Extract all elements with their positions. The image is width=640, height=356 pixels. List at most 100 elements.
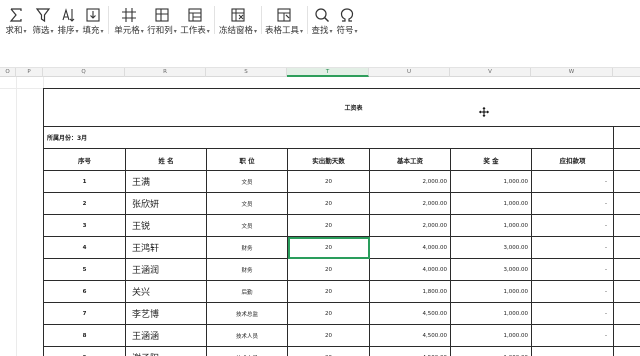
cell-bonus[interactable]: 1,000.00 (450, 280, 532, 303)
cell-bonus[interactable]: 1,000.00 (450, 170, 532, 193)
header-deductions[interactable]: 应扣款项 (531, 148, 614, 171)
cell-base-salary[interactable]: 2,000.00 (369, 170, 451, 193)
cell-base-salary[interactable]: 4,500.00 (369, 302, 451, 325)
cell-name[interactable]: 王鸿轩 (125, 236, 207, 259)
filter-button[interactable]: 筛选 ▾ (32, 2, 54, 38)
sort-button[interactable]: 排序 ▾ (57, 2, 79, 38)
cell-base-salary[interactable]: 4,000.00 (369, 258, 451, 281)
cell-button[interactable]: 单元格 ▾ (114, 2, 144, 38)
cell-seq[interactable]: 8 (43, 324, 126, 347)
cell-position[interactable]: 文员 (206, 192, 288, 215)
cell-empty[interactable] (612, 170, 640, 193)
cell-base-salary[interactable]: 2,000.00 (369, 192, 451, 215)
header-position[interactable]: 职 位 (206, 148, 288, 171)
cell-days[interactable]: 20 (287, 192, 370, 215)
cell-seq[interactable]: 6 (43, 280, 126, 303)
cell-bonus[interactable]: 3,000.00 (450, 258, 532, 281)
column-header[interactable] (613, 68, 640, 77)
cell-name[interactable]: 谢子阳 (125, 346, 207, 356)
table-tools-button[interactable]: 表格工具 ▾ (265, 2, 303, 38)
cell-empty[interactable] (612, 258, 640, 281)
cell-deductions[interactable]: - (531, 258, 614, 281)
cell-position[interactable]: 财务 (206, 236, 288, 259)
cell-days[interactable]: 20 (287, 280, 370, 303)
cell-name[interactable]: 王涵润 (125, 258, 207, 281)
cell-name[interactable]: 王满 (125, 170, 207, 193)
cell-seq[interactable]: 5 (43, 258, 126, 281)
cell-bonus[interactable]: 1,000.00 (450, 324, 532, 347)
cell-position[interactable]: 文员 (206, 214, 288, 237)
cell-seq[interactable]: 4 (43, 236, 126, 259)
cell-empty[interactable] (612, 280, 640, 303)
cropped-header-cell[interactable]: 应 (612, 126, 640, 149)
cell-empty[interactable] (612, 214, 640, 237)
cell-name[interactable]: 王锐 (125, 214, 207, 237)
cell-seq[interactable]: 9 (43, 346, 126, 356)
cell-position[interactable]: 技术总监 (206, 302, 288, 325)
header-cropped[interactable] (612, 148, 640, 171)
find-button[interactable]: 查找 ▾ (311, 2, 333, 38)
cell-days[interactable]: 20 (287, 346, 370, 356)
cell-position[interactable]: 后勤 (206, 280, 288, 303)
cell-position[interactable]: 技术人员 (206, 324, 288, 347)
column-header[interactable]: O (0, 68, 16, 77)
cell-deductions[interactable]: - (531, 346, 614, 356)
cell-position[interactable]: 技术人员 (206, 346, 288, 356)
cell-empty[interactable] (612, 324, 640, 347)
cell-bonus[interactable]: 3,000.00 (450, 236, 532, 259)
cell-deductions[interactable]: - (531, 280, 614, 303)
row-col-button[interactable]: 行和列 ▾ (147, 2, 177, 38)
cell-empty[interactable] (612, 302, 640, 325)
column-header[interactable]: W (531, 68, 613, 77)
month-label[interactable]: 所属月份：3月 (43, 126, 614, 149)
column-header[interactable]: P (16, 68, 43, 77)
cell-base-salary[interactable]: 4,500.00 (369, 346, 451, 356)
cell-name[interactable]: 张欣妍 (125, 192, 207, 215)
column-header[interactable]: V (450, 68, 531, 77)
header-days[interactable]: 实出勤天数 (287, 148, 370, 171)
cell-base-salary[interactable]: 4,500.00 (369, 324, 451, 347)
cell-bonus[interactable]: 1,000.00 (450, 214, 532, 237)
column-header-active[interactable]: T (287, 68, 369, 77)
cell-bonus[interactable]: 1,000.00 (450, 346, 532, 356)
cell-deductions[interactable]: - (531, 302, 614, 325)
header-base-salary[interactable]: 基本工资 (369, 148, 451, 171)
header-bonus[interactable]: 奖 金 (450, 148, 532, 171)
cell-seq[interactable]: 1 (43, 170, 126, 193)
column-header[interactable]: U (369, 68, 450, 77)
cell-days[interactable]: 20 (287, 170, 370, 193)
cell-empty[interactable] (612, 236, 640, 259)
column-header[interactable]: Q (43, 68, 125, 77)
cell-seq[interactable]: 7 (43, 302, 126, 325)
cell-days[interactable]: 20 (287, 324, 370, 347)
cell-deductions[interactable]: - (531, 214, 614, 237)
cell-seq[interactable]: 2 (43, 192, 126, 215)
header-name[interactable]: 姓 名 (125, 148, 207, 171)
header-seq[interactable]: 序号 (43, 148, 126, 171)
cell-name[interactable]: 关兴 (125, 280, 207, 303)
cell-days[interactable]: 20 (287, 214, 370, 237)
sheet-title[interactable]: 工资表 (42, 88, 640, 127)
cell-name[interactable]: 李艺博 (125, 302, 207, 325)
cell-days[interactable]: 20 (287, 258, 370, 281)
cell-position[interactable]: 文员 (206, 170, 288, 193)
cell-empty[interactable] (612, 346, 640, 356)
symbol-button[interactable]: 符号 ▾ (336, 2, 358, 38)
cell-deductions[interactable]: - (531, 170, 614, 193)
freeze-panes-button[interactable]: 冻结窗格 ▾ (219, 2, 257, 38)
spreadsheet-grid[interactable]: 工资表 所属月份：3月 应 序号 姓 名 职 位 实出勤天数 基本工资 奖 金 … (0, 77, 640, 356)
cell-deductions[interactable]: - (531, 192, 614, 215)
sum-button[interactable]: 求和 ▾ (5, 2, 27, 38)
cell-position[interactable]: 财务 (206, 258, 288, 281)
cell-deductions[interactable]: - (531, 236, 614, 259)
cell-deductions[interactable]: - (531, 324, 614, 347)
cell-base-salary[interactable]: 4,000.00 (369, 236, 451, 259)
column-header[interactable]: S (206, 68, 287, 77)
worksheet-button[interactable]: 工作表 ▾ (180, 2, 210, 38)
cell-base-salary[interactable]: 1,800.00 (369, 280, 451, 303)
column-header[interactable]: R (125, 68, 206, 77)
cell-name[interactable]: 王涵涵 (125, 324, 207, 347)
cell-days-selected[interactable]: 20 (287, 236, 370, 259)
cell-empty[interactable] (612, 192, 640, 215)
cell-bonus[interactable]: 1,000.00 (450, 302, 532, 325)
